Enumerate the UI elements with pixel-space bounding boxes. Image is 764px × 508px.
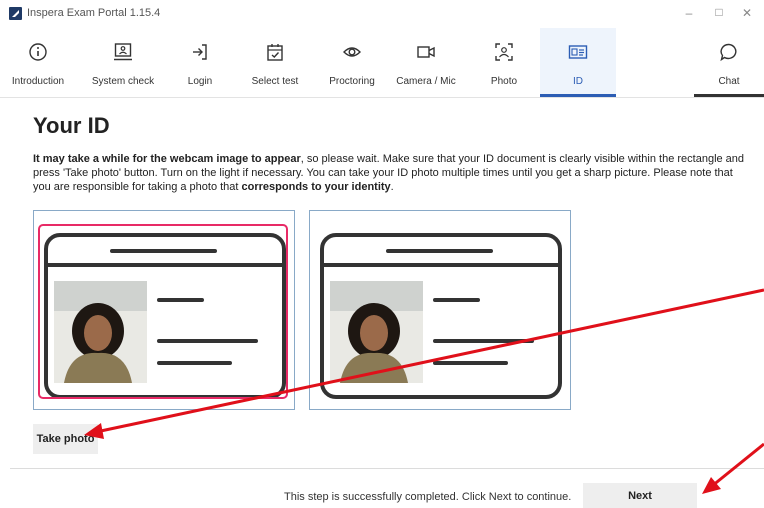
instructions-bold-1: It may take a while for the webcam image… bbox=[33, 153, 301, 165]
instructions-text-2: . bbox=[390, 181, 394, 193]
face-scan-icon bbox=[495, 43, 513, 61]
tab-label: System check bbox=[91, 76, 155, 87]
minimize-icon[interactable]: – bbox=[682, 6, 696, 20]
tab-label: Select test bbox=[251, 76, 299, 87]
status-message: This step is successfully completed. Cli… bbox=[284, 491, 572, 503]
tab-id[interactable]: ID bbox=[540, 28, 616, 97]
tab-label: Photo bbox=[490, 76, 518, 87]
title-bar: Inspera Exam Portal 1.15.4 – □ ✕ bbox=[0, 0, 764, 28]
tab-label: Camera / Mic bbox=[396, 76, 456, 87]
next-button[interactable]: Next bbox=[583, 483, 697, 508]
tab-system-check[interactable]: System check bbox=[80, 28, 166, 94]
captured-id-photo bbox=[309, 210, 571, 410]
tab-photo[interactable]: Photo bbox=[461, 28, 547, 94]
step-navigation: Introduction System check Login Select t… bbox=[0, 28, 764, 98]
login-icon bbox=[193, 44, 207, 60]
chat-bubble-icon bbox=[720, 43, 737, 62]
page-title: Your ID bbox=[33, 113, 110, 138]
active-tab-indicator bbox=[540, 94, 616, 97]
video-camera-icon bbox=[417, 46, 435, 58]
instructions-text: It may take a while for the webcam image… bbox=[33, 152, 745, 194]
tab-camera-mic[interactable]: Camera / Mic bbox=[383, 28, 469, 94]
capture-frame bbox=[38, 224, 288, 399]
instructions-bold-2: corresponds to your identity bbox=[241, 181, 391, 193]
take-photo-button[interactable]: Take photo bbox=[33, 424, 98, 454]
footer-divider bbox=[10, 468, 764, 469]
tab-label: Chat bbox=[718, 76, 740, 87]
close-icon[interactable]: ✕ bbox=[740, 6, 754, 20]
tab-introduction[interactable]: Introduction bbox=[0, 28, 76, 94]
maximize-icon[interactable]: □ bbox=[712, 5, 726, 19]
arrow-to-next bbox=[711, 442, 764, 488]
chat-tab-indicator bbox=[694, 94, 764, 97]
calendar-check-icon bbox=[267, 44, 283, 61]
app-logo-icon bbox=[9, 7, 22, 20]
tab-label: Introduction bbox=[11, 76, 65, 87]
id-photo bbox=[330, 281, 423, 383]
tab-chat[interactable]: Chat bbox=[694, 28, 764, 97]
tab-label: ID bbox=[573, 76, 583, 87]
tab-login[interactable]: Login bbox=[162, 28, 238, 94]
tab-label: Login bbox=[187, 76, 213, 87]
tab-select-test[interactable]: Select test bbox=[232, 28, 318, 94]
eye-icon bbox=[343, 47, 361, 57]
webcam-preview bbox=[33, 210, 295, 410]
arrow-head-next bbox=[702, 477, 721, 494]
monitor-person-icon bbox=[114, 43, 132, 61]
window-title: Inspera Exam Portal 1.15.4 bbox=[27, 7, 161, 19]
id-card-icon bbox=[568, 45, 588, 59]
id-card-guide bbox=[320, 233, 562, 399]
info-icon bbox=[29, 43, 47, 61]
